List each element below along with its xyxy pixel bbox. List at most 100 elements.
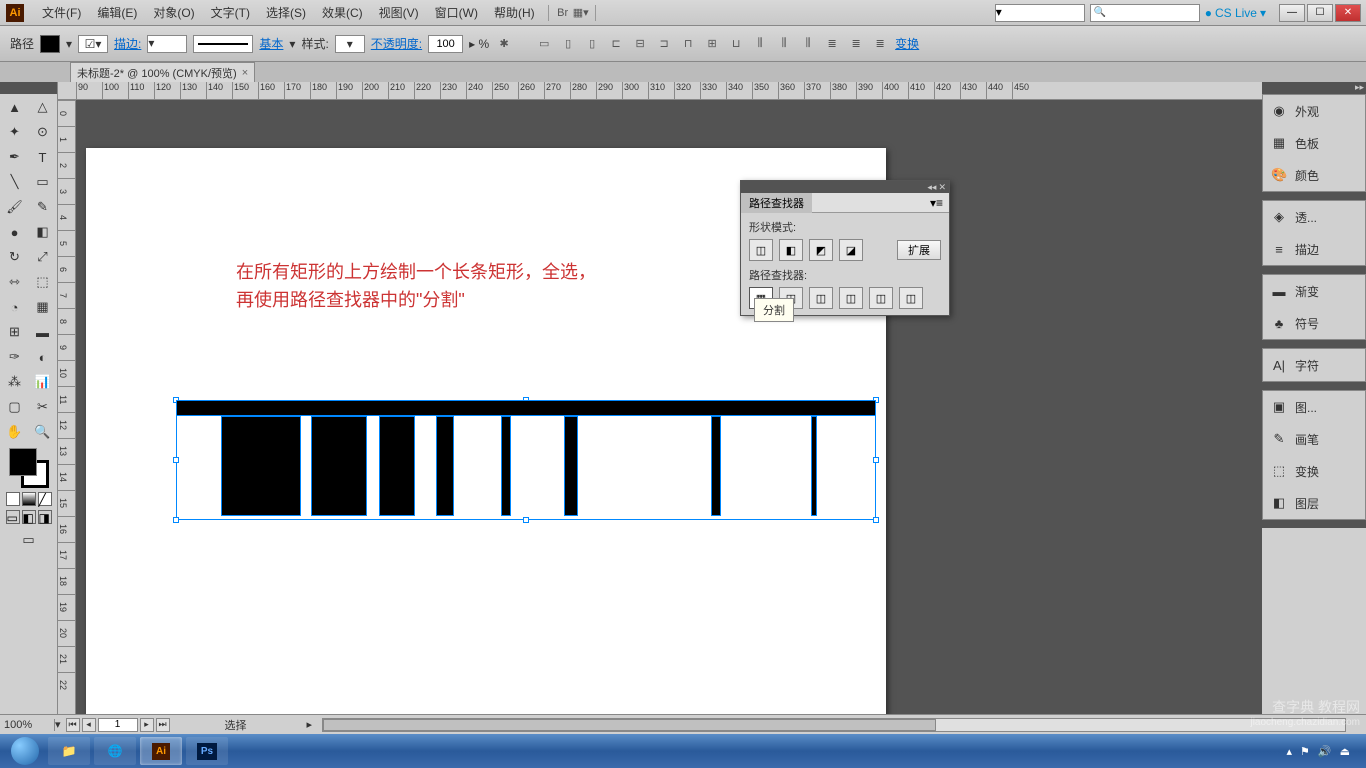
arrange-icon[interactable]: ▦▾ <box>572 5 590 21</box>
opacity-label[interactable]: 不透明度: <box>371 35 422 52</box>
gradient-mode-icon[interactable] <box>22 492 36 506</box>
align-hcenter-icon[interactable]: ⊟ <box>631 36 649 52</box>
taskbar-item-illustrator[interactable]: Ai <box>140 737 182 765</box>
next-page-button[interactable]: ▸ <box>140 718 154 732</box>
outline-button[interactable]: ◫ <box>869 287 893 309</box>
align-icon[interactable]: ▯ <box>583 36 601 52</box>
panel-button-透...[interactable]: ◈透... <box>1263 201 1365 233</box>
draw-mode-icon[interactable]: ◨ <box>38 510 52 524</box>
type-tool[interactable]: T <box>29 145 56 169</box>
unite-button[interactable]: ◫ <box>749 239 773 261</box>
align-left-icon[interactable]: ⊏ <box>607 36 625 52</box>
zoom-tool[interactable]: 🔍 <box>29 420 56 444</box>
fill-swatch[interactable] <box>40 35 60 53</box>
align-vcenter-icon[interactable]: ⊞ <box>703 36 721 52</box>
align-top-icon[interactable]: ⊓ <box>679 36 697 52</box>
paintbrush-tool[interactable]: 🖌 <box>1 195 28 219</box>
workspace-dropdown[interactable]: ▾ <box>995 4 1085 22</box>
brush-basic[interactable]: 基本 <box>259 35 283 52</box>
taskbar-item-explorer[interactable]: 📁 <box>48 737 90 765</box>
system-tray[interactable]: ▴ ⚑ 🔊 ⏏ <box>1286 745 1360 758</box>
dist-icon[interactable]: ⫼ <box>751 36 769 52</box>
recolor-icon[interactable]: ✱ <box>495 36 513 52</box>
maximize-button[interactable]: ☐ <box>1307 4 1333 22</box>
shape-rect[interactable] <box>564 416 578 516</box>
eyedropper-tool[interactable]: ✑ <box>1 345 28 369</box>
dist-icon[interactable]: ≣ <box>871 36 889 52</box>
pencil-tool[interactable]: ✎ <box>29 195 56 219</box>
menu-window[interactable]: 窗口(W) <box>427 2 486 23</box>
symbol-sprayer-tool[interactable]: ⁂ <box>1 370 28 394</box>
horizontal-scrollbar[interactable] <box>322 718 1346 732</box>
dist-icon[interactable]: ⫼ <box>799 36 817 52</box>
expand-button[interactable]: 扩展 <box>897 240 941 260</box>
panel-button-渐变[interactable]: ▬渐变 <box>1263 275 1365 307</box>
lasso-tool[interactable]: ⊙ <box>29 120 56 144</box>
line-tool[interactable]: ╲ <box>1 170 28 194</box>
dist-icon[interactable]: ≣ <box>847 36 865 52</box>
cslive-button[interactable]: CS Live ▾ <box>1205 6 1266 20</box>
screen-mode-icon[interactable]: ▭ <box>6 510 20 524</box>
prev-page-button[interactable]: ◂ <box>82 718 96 732</box>
panel-menu-icon[interactable]: ▾≡ <box>924 196 949 210</box>
style-dropdown[interactable]: ▾ <box>335 35 365 53</box>
dist-icon[interactable]: ⫼ <box>775 36 793 52</box>
panel-button-图层[interactable]: ◧图层 <box>1263 487 1365 519</box>
vertical-ruler[interactable]: 012345678910111213141516171819202122 <box>58 100 76 714</box>
align-right-icon[interactable]: ⊐ <box>655 36 673 52</box>
exclude-button[interactable]: ◪ <box>839 239 863 261</box>
panel-button-外观[interactable]: ◉外观 <box>1263 95 1365 127</box>
panel-collapse-icon[interactable]: ◂◂ <box>927 182 936 193</box>
blend-tool[interactable]: ◐ <box>29 345 56 369</box>
search-input[interactable] <box>1090 4 1200 22</box>
shape-rect[interactable] <box>811 416 817 516</box>
panel-close-icon[interactable]: ✕ <box>938 182 946 193</box>
tray-icon[interactable]: 🔊 <box>1318 745 1332 758</box>
transform-link[interactable]: 变换 <box>895 35 919 52</box>
hand-tool[interactable]: ✋ <box>1 420 28 444</box>
shape-builder-tool[interactable]: ◔ <box>1 295 28 319</box>
shape-long-bar[interactable] <box>176 400 876 416</box>
panel-button-颜色[interactable]: 🎨颜色 <box>1263 159 1365 191</box>
align-icon[interactable]: ▭ <box>535 36 553 52</box>
shape-rect[interactable] <box>311 416 367 516</box>
slice-tool[interactable]: ✂ <box>29 395 56 419</box>
artboard-viewport[interactable]: 在所有矩形的上方绘制一个长条矩形，全选， 再使用路径查找器中的"分割" <box>76 100 1262 714</box>
pathfinder-tab[interactable]: 路径查找器 <box>741 193 812 213</box>
blob-brush-tool[interactable]: ● <box>1 220 28 244</box>
stroke-color[interactable]: ☑▾ <box>78 35 108 53</box>
rectangle-tool[interactable]: ▭ <box>29 170 56 194</box>
shape-rect[interactable] <box>501 416 511 516</box>
minus-back-button[interactable]: ◫ <box>899 287 923 309</box>
last-page-button[interactable]: ⏭ <box>156 718 170 732</box>
menu-help[interactable]: 帮助(H) <box>486 2 543 23</box>
rotate-tool[interactable]: ↻ <box>1 245 28 269</box>
menu-effect[interactable]: 效果(C) <box>314 2 371 23</box>
intersect-button[interactable]: ◩ <box>809 239 833 261</box>
tray-icon[interactable]: ⚑ <box>1300 745 1310 758</box>
first-page-button[interactable]: ⏮ <box>66 718 80 732</box>
crop-button[interactable]: ◫ <box>839 287 863 309</box>
merge-button[interactable]: ◫ <box>809 287 833 309</box>
width-tool[interactable]: ⇿ <box>1 270 28 294</box>
pen-tool[interactable]: ✒ <box>1 145 28 169</box>
doctab-close-icon[interactable]: × <box>242 67 248 79</box>
menu-edit[interactable]: 编辑(E) <box>89 2 145 23</box>
gradient-tool[interactable]: ▬ <box>29 320 56 344</box>
panel-button-画笔[interactable]: ✎画笔 <box>1263 423 1365 455</box>
none-mode-icon[interactable]: ╱ <box>38 492 52 506</box>
shape-rect[interactable] <box>711 416 721 516</box>
shape-rect[interactable] <box>221 416 301 516</box>
draw-mode-icon[interactable]: ◧ <box>22 510 36 524</box>
dist-icon[interactable]: ≣ <box>823 36 841 52</box>
close-button[interactable]: ✕ <box>1335 4 1361 22</box>
shape-rect[interactable] <box>436 416 454 516</box>
artboard-tool[interactable]: ▢ <box>1 395 28 419</box>
bridge-icon[interactable]: Br <box>554 5 572 21</box>
opacity-input[interactable] <box>428 35 463 53</box>
shape-rect[interactable] <box>379 416 415 516</box>
document-tab[interactable]: 未标题-2* @ 100% (CMYK/预览) × <box>70 62 255 82</box>
horizontal-ruler[interactable]: 9010011012013014015016017018019020021022… <box>58 82 1262 100</box>
color-mode-icon[interactable] <box>6 492 20 506</box>
align-icon[interactable]: ▯ <box>559 36 577 52</box>
